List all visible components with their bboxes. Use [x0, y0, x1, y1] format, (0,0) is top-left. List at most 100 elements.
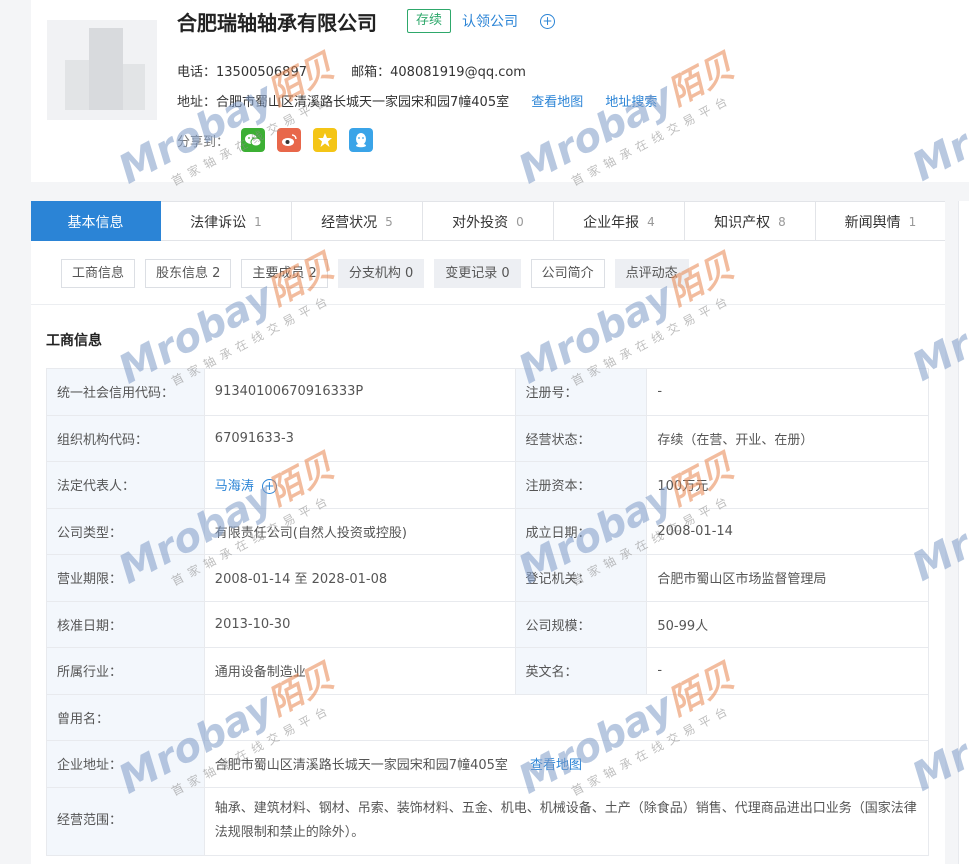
field-value: -	[646, 647, 929, 695]
right-sidebar-edge	[958, 201, 969, 864]
field-label: 营业期限：	[46, 554, 205, 602]
tab-label: 基本信息	[67, 214, 124, 231]
tab-ip[interactable]: 知识产权 8	[685, 201, 816, 241]
tab-count: 8	[778, 214, 786, 229]
building-shape	[123, 64, 145, 110]
field-label: 统一社会信用代码：	[46, 368, 205, 416]
tab-label: 知识产权	[714, 214, 771, 231]
tab-label: 对外投资	[452, 214, 509, 231]
field-label: 经营范围：	[46, 786, 205, 856]
field-value: 91340100670916333P	[203, 368, 516, 416]
subtab-shareholders[interactable]: 股东信息 2	[145, 259, 232, 288]
field-label: 公司规模：	[514, 600, 648, 648]
phone-text: 电话：13500506897	[177, 65, 307, 80]
field-label: 登记机关：	[514, 554, 648, 602]
subtab-profile[interactable]: 公司简介	[530, 259, 605, 288]
field-value: 合肥市蜀山区清溪路长城天一家园宋和园7幢405室	[214, 758, 508, 774]
tab-annual-reports[interactable]: 企业年报 4	[554, 201, 685, 241]
field-label: 曾用名：	[46, 693, 205, 741]
table-row: 营业期限： 2008-01-14 至 2028-01-08 登记机关： 合肥市蜀…	[46, 554, 929, 602]
field-value: 50-99人	[646, 600, 929, 648]
table-row: 经营范围： 轴承、建筑材料、钢材、吊索、装饰材料、五金、机电、机械设备、土产（除…	[46, 786, 930, 856]
table-row: 曾用名：	[46, 693, 930, 741]
company-logo-placeholder	[47, 20, 157, 120]
table-row: 核准日期： 2013-10-30 公司规模： 50-99人	[46, 600, 929, 648]
claim-company-link[interactable]: 认领公司	[462, 11, 518, 31]
building-shape	[89, 28, 123, 110]
company-page: 合肥瑞轴轴承有限公司 存续 认领公司 + 电话：13500506897 邮箱：4…	[0, 0, 969, 864]
subtab-reviews[interactable]: 点评动态	[614, 259, 689, 288]
status-badge: 存续	[407, 9, 452, 33]
field-value: 2008-01-14	[646, 507, 929, 555]
tab-count: 4	[647, 214, 655, 229]
tab-count: 1	[908, 214, 917, 229]
tab-label: 企业年报	[583, 214, 640, 231]
wechat-icon[interactable]	[241, 128, 266, 152]
subtab-business-info[interactable]: 工商信息	[61, 259, 136, 288]
tab-news[interactable]: 新闻舆情 1	[816, 201, 945, 241]
legal-rep-cell: 马海涛 +	[203, 461, 516, 509]
qzone-icon[interactable]	[313, 128, 338, 152]
field-label: 经营状态：	[514, 414, 648, 462]
field-label: 注册号：	[514, 368, 648, 416]
building-shape	[65, 60, 91, 110]
field-value: 2008-01-14 至 2028-01-08	[203, 554, 516, 602]
plus-icon[interactable]: +	[540, 14, 555, 29]
field-label: 英文名：	[514, 647, 648, 695]
weibo-icon[interactable]	[277, 128, 302, 152]
subtab-members[interactable]: 主要成员 2	[241, 259, 328, 288]
business-info-table: 统一社会信用代码： 91340100670916333P 注册号： - 组织机构…	[46, 368, 930, 856]
tab-investments[interactable]: 对外投资 0	[423, 201, 554, 241]
legal-rep-link[interactable]: 马海涛	[215, 479, 254, 494]
address-cell: 合肥市蜀山区清溪路长城天一家园宋和园7幢405室 查看地图	[203, 740, 930, 788]
table-row: 法定代表人： 马海涛 + 注册资本： 100万元	[46, 461, 929, 509]
main-tabs: 基本信息 法律诉讼 1 经营状况 5 对外投资 0 企业年报 4 知识产权 8 新闻舆情 1	[31, 201, 945, 241]
divider	[31, 304, 945, 305]
view-map-link[interactable]: 查看地图	[530, 758, 582, 773]
tab-count: 5	[385, 214, 393, 229]
plus-icon[interactable]: +	[261, 479, 277, 495]
table-row: 组织机构代码： 67091633-3 经营状态： 存续（在营、开业、在册）	[46, 414, 929, 462]
table-row: 所属行业： 通用设备制造业 英文名： -	[46, 647, 929, 695]
tab-label: 法律诉讼	[190, 214, 247, 231]
view-map-link[interactable]: 查看地图	[531, 95, 583, 110]
share-label: 分享到：	[177, 134, 230, 150]
tab-basic-info[interactable]: 基本信息	[31, 201, 161, 241]
share-row: 分享到：	[177, 128, 374, 152]
field-value: 存续（在营、开业、在册）	[646, 414, 929, 462]
tab-count: 0	[516, 214, 524, 229]
field-label: 企业地址：	[46, 740, 205, 788]
field-label: 组织机构代码：	[46, 414, 205, 462]
subtab-branches[interactable]: 分支机构 0	[337, 259, 425, 288]
address-text: 地址：合肥市蜀山区清溪路长城天一家园宋和园7幢405室	[177, 95, 510, 110]
detail-panel: 基本信息 法律诉讼 1 经营状况 5 对外投资 0 企业年报 4 知识产权 8 新闻舆情 1…	[31, 201, 945, 864]
field-value: 100万元	[646, 461, 929, 509]
field-value: 轴承、建筑材料、钢材、吊索、装饰材料、五金、机电、机械设备、土产（除食品）销售、…	[203, 786, 930, 856]
email-text: 邮箱：408081919@qq.com	[351, 65, 526, 80]
table-row: 统一社会信用代码： 91340100670916333P 注册号： -	[46, 368, 929, 416]
section-title: 工商信息	[46, 333, 102, 349]
field-value: -	[646, 368, 929, 416]
subtab-changes[interactable]: 变更记录 0	[434, 259, 521, 288]
contact-row: 电话：13500506897 邮箱：408081919@qq.com	[177, 61, 566, 80]
field-label: 注册资本：	[514, 461, 648, 509]
field-value: 2013-10-30	[203, 600, 516, 648]
field-value	[203, 693, 930, 741]
field-value: 67091633-3	[203, 414, 516, 462]
field-label: 核准日期：	[46, 600, 205, 648]
table-row: 企业地址： 合肥市蜀山区清溪路长城天一家园宋和园7幢405室 查看地图	[46, 740, 930, 788]
field-value: 通用设备制造业	[203, 647, 516, 695]
tab-legal[interactable]: 法律诉讼 1	[161, 201, 292, 241]
field-label: 公司类型：	[46, 507, 205, 555]
company-name: 合肥瑞轴轴承有限公司	[177, 11, 377, 35]
field-value: 合肥市蜀山区市场监督管理局	[646, 554, 929, 602]
qq-icon[interactable]	[349, 128, 374, 152]
field-label: 法定代表人：	[46, 461, 205, 509]
tab-label: 新闻舆情	[844, 214, 901, 231]
tab-operations[interactable]: 经营状况 5	[292, 201, 423, 241]
company-header: 合肥瑞轴轴承有限公司 存续 认领公司 + 电话：13500506897 邮箱：4…	[31, 0, 969, 182]
field-label: 所属行业：	[46, 647, 205, 695]
address-search-link[interactable]: 地址搜索	[605, 95, 657, 110]
tab-label: 经营状况	[321, 214, 378, 231]
address-row: 地址：合肥市蜀山区清溪路长城天一家园宋和园7幢405室 查看地图 地址搜索	[177, 91, 657, 110]
